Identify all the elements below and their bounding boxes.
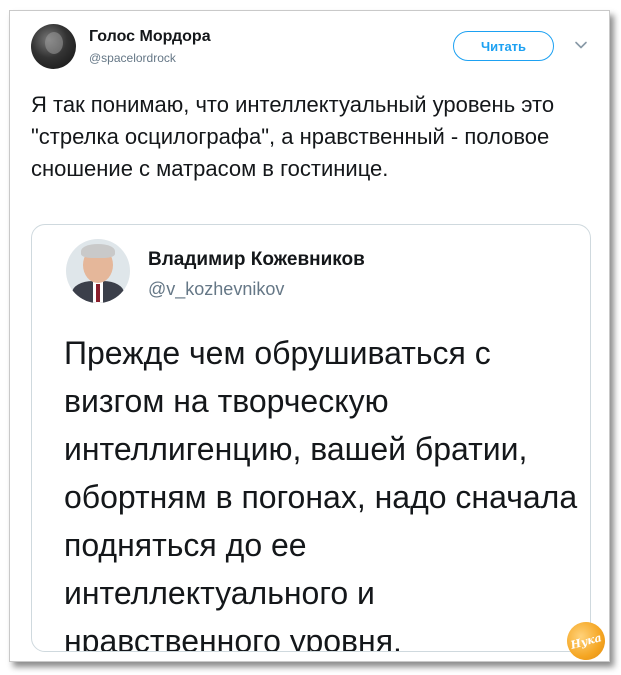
quoted-author-name[interactable]: Владимир Кожевников bbox=[148, 249, 365, 271]
author-name[interactable]: Голос Мордора bbox=[89, 28, 211, 46]
quoted-tweet[interactable]: Владимир Кожевников @v_kozhevnikov Прежд… bbox=[31, 224, 591, 652]
follow-button[interactable]: Читать bbox=[453, 31, 554, 61]
author-avatar[interactable] bbox=[31, 24, 76, 69]
quoted-author-handle[interactable]: @v_kozhevnikov bbox=[148, 279, 284, 300]
tweet-card: Голос Мордора @spacelordrock Читать Я та… bbox=[9, 10, 610, 665]
tweet-text: Я так понимаю, что интеллектуальный уров… bbox=[31, 92, 555, 181]
chevron-down-icon[interactable] bbox=[574, 38, 588, 52]
quoted-author-avatar[interactable] bbox=[66, 239, 130, 303]
author-handle[interactable]: @spacelordrock bbox=[89, 51, 176, 65]
quoted-tweet-text: Прежде чем обрушиваться с визгом на твор… bbox=[64, 335, 578, 652]
